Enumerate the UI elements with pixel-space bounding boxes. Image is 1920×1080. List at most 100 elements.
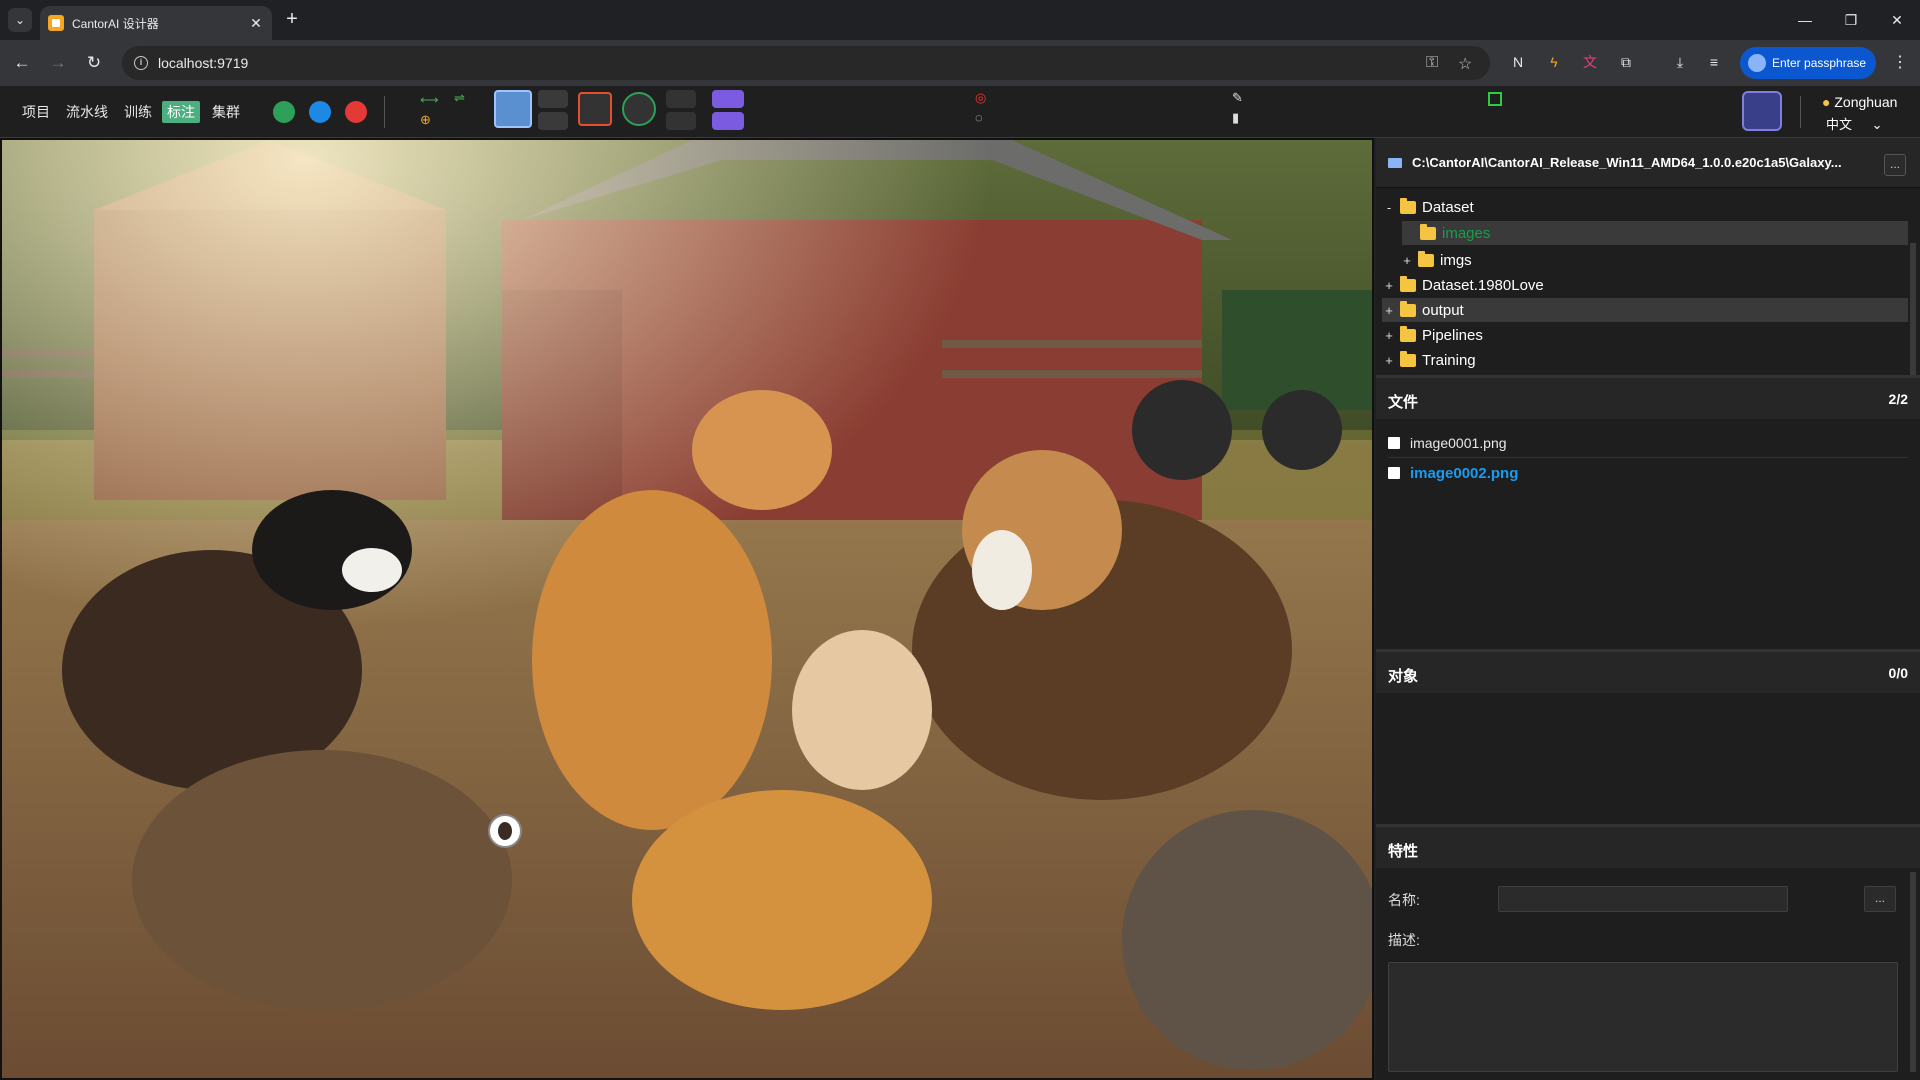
name-input[interactable]: [1498, 886, 1788, 912]
properties-scrollbar[interactable]: [1910, 872, 1916, 1072]
properties-title: 特性: [1388, 843, 1419, 860]
close-tab-icon[interactable]: ✕: [248, 15, 264, 32]
tab-search-icon[interactable]: ⌄: [8, 8, 32, 32]
passphrase-button[interactable]: Enter passphrase: [1740, 47, 1876, 79]
description-input[interactable]: [1388, 962, 1898, 1072]
annotation-canvas[interactable]: [0, 138, 1374, 1080]
user-name[interactable]: ● Zonghuan: [1822, 94, 1897, 110]
hand-pan-tool-icon[interactable]: [494, 90, 532, 128]
extensions-puzzle-icon[interactable]: ⧉: [1616, 52, 1636, 72]
link-tool-icon[interactable]: ⇌: [454, 90, 465, 106]
properties-header: 特性: [1376, 824, 1920, 868]
browse-path-button[interactable]: ...: [1884, 154, 1906, 176]
file-checkbox[interactable]: [1388, 467, 1400, 479]
toolbar-separator: [384, 96, 385, 128]
tree-item-label: Dataset.1980Love: [1422, 276, 1544, 294]
close-window-icon[interactable]: ✕: [1874, 8, 1920, 32]
tree-item-label: Training: [1422, 351, 1476, 369]
assistant-avatar-icon[interactable]: [488, 814, 522, 848]
tree-item-training[interactable]: + Training: [1382, 348, 1802, 372]
tree-expand-icon[interactable]: +: [1382, 278, 1396, 293]
browser-menu-icon[interactable]: ⋮: [1890, 52, 1910, 72]
objects-count: 0/0: [1888, 665, 1908, 681]
files-count: 2/2: [1888, 391, 1908, 407]
tree-item-output[interactable]: + output: [1382, 298, 1908, 322]
tree-expand-icon[interactable]: +: [1382, 303, 1396, 318]
files-title: 文件: [1388, 394, 1419, 411]
media-queue-icon[interactable]: ≡: [1704, 52, 1724, 72]
point-down-tool-icon[interactable]: [538, 90, 568, 108]
tree-item-label: output: [1422, 301, 1464, 319]
file-row-selected[interactable]: image0002.png: [1388, 458, 1908, 488]
folder-icon: [1388, 158, 1402, 168]
notion-extension-icon[interactable]: N: [1508, 52, 1528, 72]
tree-item-label: Dataset: [1422, 198, 1474, 216]
tree-expand-icon[interactable]: +: [1400, 253, 1414, 268]
restore-icon[interactable]: ❐: [1828, 8, 1874, 32]
reload-icon[interactable]: ↻: [82, 51, 106, 75]
name-label: 名称:: [1388, 892, 1420, 908]
new-tab-icon[interactable]: +: [280, 8, 304, 32]
browser-tab[interactable]: CantorAI 设计器 ✕: [40, 6, 272, 40]
bbox-indicator-icon[interactable]: [1488, 92, 1502, 106]
stats-icon[interactable]: [273, 101, 295, 123]
properties-panel: 名称: ... 描述:: [1376, 868, 1920, 1080]
stop-run-icon[interactable]: [1742, 91, 1782, 131]
bookmark-star-icon[interactable]: ☆: [1458, 54, 1472, 74]
site-info-icon[interactable]: i: [134, 56, 148, 70]
keypoint-bottom-tool-icon[interactable]: [666, 112, 696, 130]
project-tree: - Dataset images + imgs + Dataset.1980Lo…: [1376, 189, 1920, 419]
file-name: image0001.png: [1410, 434, 1507, 451]
chat-icon[interactable]: [309, 101, 331, 123]
pencil-edit-icon[interactable]: ✎: [1232, 90, 1243, 106]
keypoint-top-tool-icon[interactable]: [666, 90, 696, 108]
name-more-button[interactable]: ...: [1864, 886, 1896, 912]
url-text: localhost:9719: [158, 55, 249, 71]
file-checkbox[interactable]: [1388, 436, 1400, 449]
clear-x-tool-icon[interactable]: [712, 90, 744, 108]
tree-expand-icon[interactable]: +: [1382, 328, 1396, 343]
diagonal-line-tool-icon[interactable]: [538, 112, 568, 130]
menu-pipeline[interactable]: 流水线: [64, 101, 110, 123]
rectangle-tool-icon[interactable]: [578, 92, 612, 126]
delete-trash-tool-icon[interactable]: [712, 112, 744, 130]
back-icon[interactable]: ←: [10, 51, 34, 75]
polygon-tool-icon[interactable]: [622, 92, 656, 126]
profile-avatar-icon: [1748, 54, 1766, 72]
password-key-icon[interactable]: ⚿: [1426, 54, 1438, 72]
download-icon[interactable]: ⤓: [1670, 52, 1690, 72]
menu-training[interactable]: 训练: [122, 101, 154, 123]
record-icon[interactable]: ◎: [975, 90, 986, 106]
folder-icon: [1420, 223, 1436, 240]
tree-item-dataset-1980love[interactable]: + Dataset.1980Love: [1382, 273, 1802, 297]
tree-collapse-icon[interactable]: -: [1382, 200, 1396, 215]
folder-icon: [1400, 275, 1416, 292]
tree-item-label: imgs: [1440, 251, 1472, 269]
minimize-icon[interactable]: —: [1782, 8, 1828, 32]
menu-annotation[interactable]: 标注: [162, 101, 200, 123]
language-label: 中文: [1826, 117, 1853, 132]
menu-cluster[interactable]: 集群: [210, 101, 242, 123]
tree-item-images[interactable]: images: [1402, 221, 1908, 245]
passphrase-label: Enter passphrase: [1772, 56, 1867, 70]
translate-extension-icon[interactable]: 文: [1580, 52, 1600, 72]
help-lifebuoy-icon[interactable]: [345, 101, 367, 123]
histogram-icon[interactable]: ▮: [1232, 110, 1239, 126]
objects-header: 对象 0/0: [1376, 649, 1920, 693]
tree-item-pipelines[interactable]: + Pipelines: [1382, 323, 1802, 347]
tree-expand-icon[interactable]: +: [1382, 353, 1396, 368]
tree-item-dataset[interactable]: - Dataset: [1382, 195, 1802, 219]
user-icon: ●: [1822, 94, 1831, 110]
language-select[interactable]: 中文 ⌄: [1826, 114, 1896, 132]
crosshair-tool-icon[interactable]: ⊕: [420, 112, 431, 128]
hide-eye-icon[interactable]: ◌: [975, 110, 983, 125]
folder-icon: [1400, 350, 1416, 367]
forward-icon[interactable]: →: [46, 51, 70, 75]
tab-title: CantorAI 设计器: [72, 16, 159, 31]
line-tool-icon[interactable]: ⟷: [420, 92, 439, 108]
file-row[interactable]: image0001.png: [1388, 428, 1908, 458]
tree-item-imgs[interactable]: + imgs: [1400, 248, 1800, 272]
menu-project[interactable]: 项目: [20, 101, 52, 123]
bolt-extension-icon[interactable]: ϟ: [1544, 52, 1564, 72]
address-bar[interactable]: i localhost:9719 ⚿ ☆: [122, 46, 1490, 80]
